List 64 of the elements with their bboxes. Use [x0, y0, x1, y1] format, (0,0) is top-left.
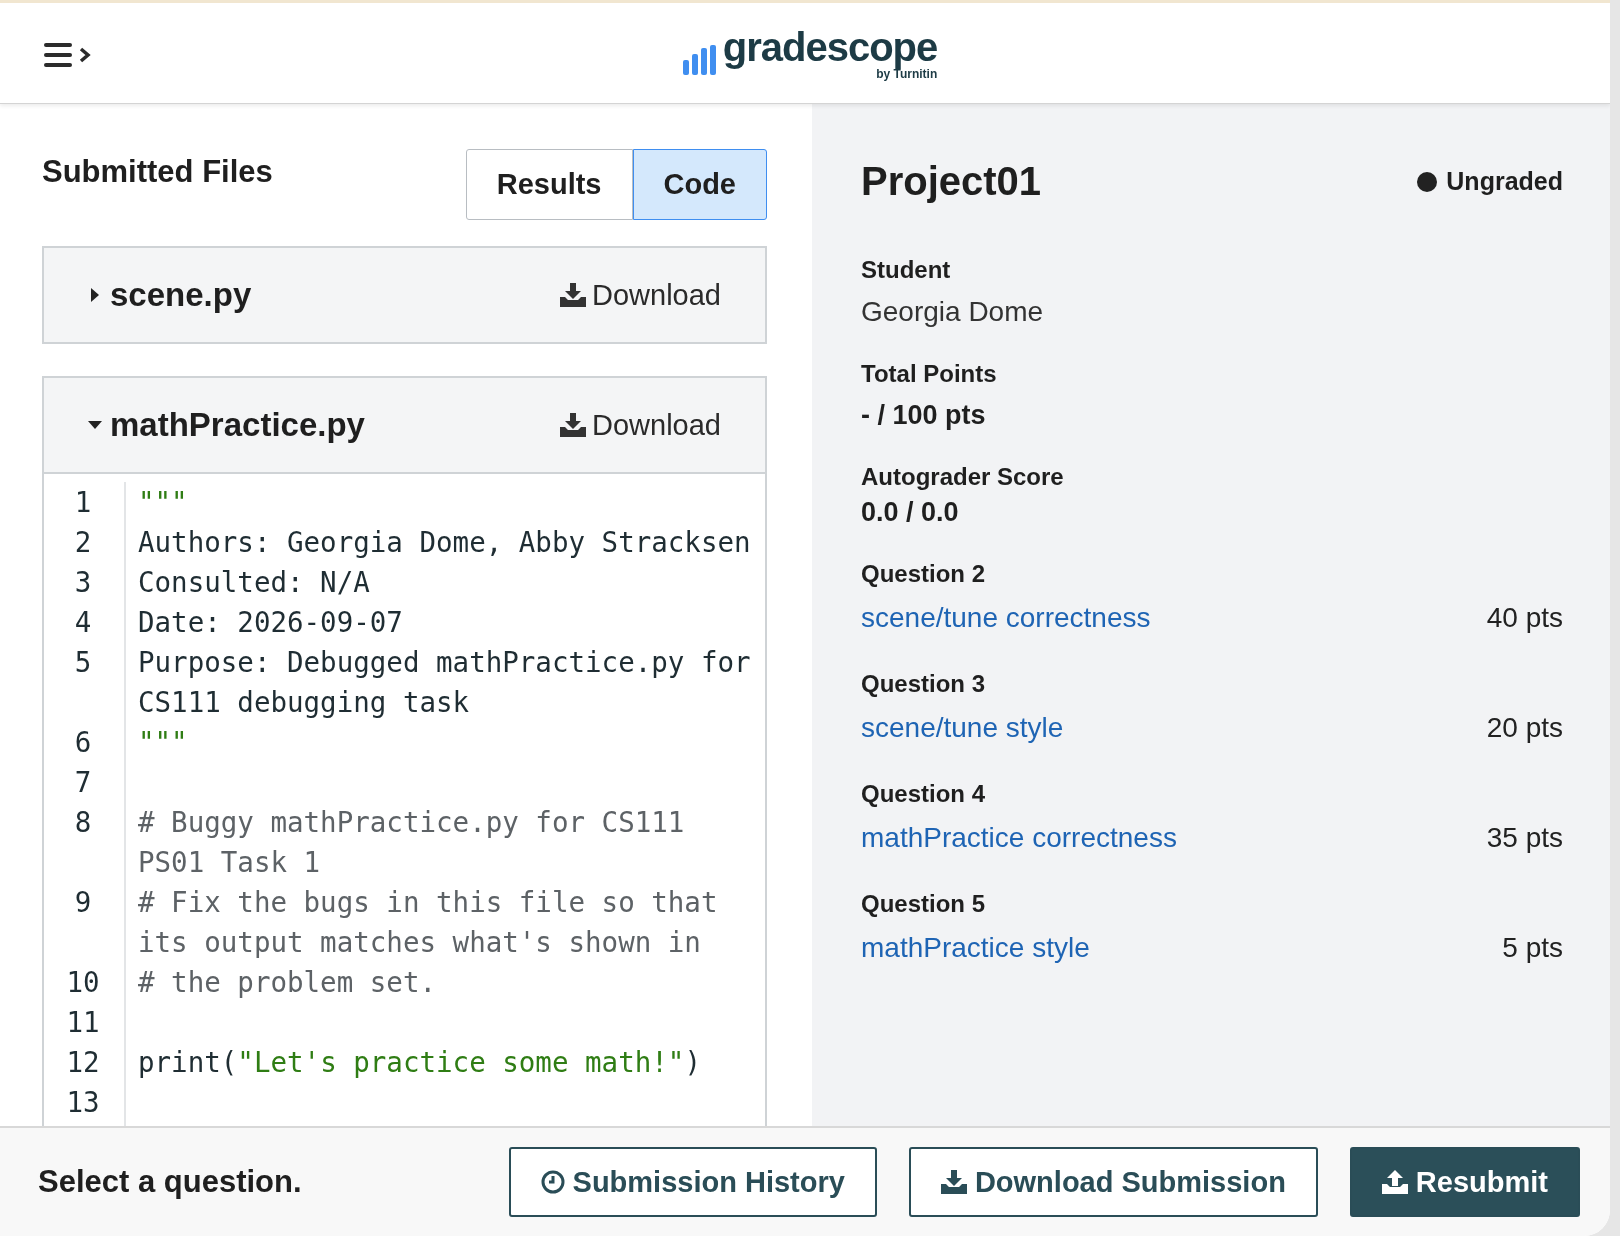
field-label: Total Points: [861, 360, 998, 388]
code-line: Consulted: N/A: [137, 565, 371, 600]
code-line: # the problem set.: [137, 965, 437, 1000]
line-number: 4: [44, 602, 126, 642]
line-number: 5: [44, 642, 126, 722]
question-link[interactable]: mathPractice correctness: [861, 822, 1177, 854]
question-label: Question 3: [861, 670, 987, 698]
file-header[interactable]: mathPractice.py Download: [44, 378, 765, 474]
line-number: 12: [44, 1042, 126, 1082]
tab[interactable]: Results: [465, 149, 633, 220]
file-header[interactable]: scene.py Download: [44, 248, 765, 342]
file-name: scene.py: [110, 276, 253, 314]
line-number: 3: [44, 562, 126, 602]
code-line: print("Let's practice some math!"): [137, 1045, 702, 1080]
code-line: """: [137, 725, 189, 760]
download-icon: [560, 413, 586, 437]
history-button[interactable]: Submission History: [508, 1147, 877, 1217]
code-line: Purpose: Debugged mathPractice.py for CS111 debugging task: [137, 645, 752, 720]
question-link[interactable]: scene/tune style: [861, 712, 1064, 744]
field-value: Georgia Dome: [861, 296, 1045, 328]
line-number: 10: [44, 962, 126, 1002]
line-number: 7: [44, 762, 126, 802]
question-label: Question 5: [861, 890, 987, 918]
code-line: """: [137, 485, 189, 520]
question-link[interactable]: scene/tune correctness: [861, 602, 1151, 634]
line-number: 8: [44, 802, 126, 882]
field-label: Student: [861, 256, 952, 284]
bar-chart-icon: [682, 45, 717, 75]
file-name: mathPractice.py: [110, 406, 366, 444]
tab[interactable]: Code: [632, 149, 767, 220]
code-line: Date: 2026-09-07: [137, 605, 404, 640]
code-line: # Fix the bugs in this file so that its output matches what's shown in: [137, 885, 719, 960]
line-number: 13: [44, 1082, 126, 1122]
question-points: 20 pts: [1486, 712, 1563, 744]
field-label: Autograder Score: [861, 463, 1065, 491]
resubmit-button[interactable]: Resubmit: [1349, 1147, 1580, 1217]
field-value: 0.0 / 0.0: [861, 497, 960, 528]
code-line: Authors: Georgia Dome, Abby Stracksen: [137, 525, 752, 560]
question-link[interactable]: mathPractice style: [861, 932, 1090, 964]
download-link[interactable]: Download: [560, 408, 721, 442]
download-button[interactable]: Download Submission: [908, 1147, 1318, 1217]
assignment-title: Project01: [861, 159, 1042, 204]
status-label: Ungraded: [1446, 167, 1563, 196]
line-number: 1: [44, 482, 126, 522]
question-points: 40 pts: [1486, 602, 1563, 634]
section-title: Submitted Files: [42, 154, 273, 190]
question-label: Question 4: [861, 780, 987, 808]
download-icon: [940, 1170, 967, 1194]
download-icon: [560, 283, 586, 307]
line-number: 9: [44, 882, 126, 962]
upload-icon: [1381, 1170, 1408, 1194]
status-dot-icon: [1416, 170, 1439, 193]
line-number: 2: [44, 522, 126, 562]
question-points: 5 pts: [1502, 932, 1563, 964]
line-number: 11: [44, 1002, 126, 1042]
question-points: 35 pts: [1486, 822, 1563, 854]
line-number: 6: [44, 722, 126, 762]
code-line: # Buggy mathPractice.py for CS111 PS01 Task 1: [137, 805, 686, 880]
prompt-text: Select a question.: [38, 1164, 302, 1200]
field-value: - / 100 pts: [861, 400, 987, 431]
clock-icon: [540, 1170, 565, 1194]
question-label: Question 2: [861, 560, 987, 588]
logo-wordmark: gradescope: [722, 25, 938, 69]
download-link[interactable]: Download: [560, 278, 721, 312]
